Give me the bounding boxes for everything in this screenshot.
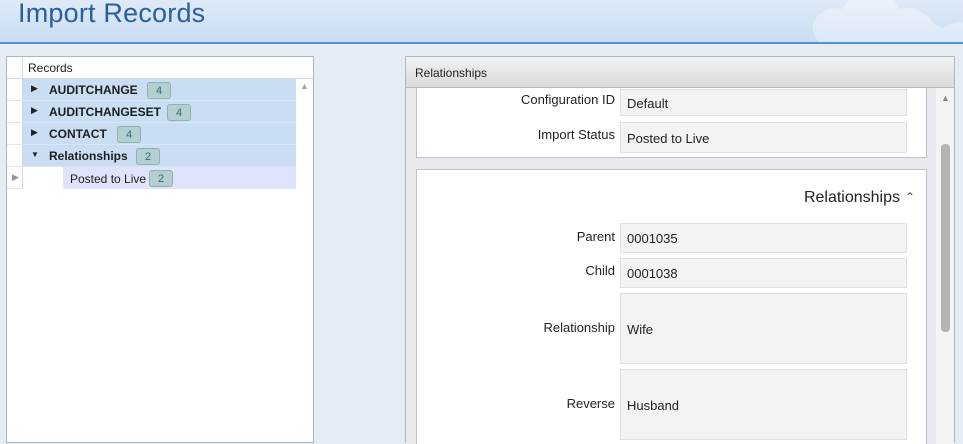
count-badge: 4: [147, 82, 171, 99]
detail-panel-header: Relationships: [406, 57, 954, 88]
page-title: Import Records: [18, 0, 206, 28]
import-status-label: Import Status: [537, 127, 615, 142]
parent-field[interactable]: 0001035: [620, 223, 907, 253]
tree-child-label: Posted to Live: [70, 172, 147, 186]
records-grid: Records ▶ ▶ AUDITCHANGE 4 ▶ AUDITCHANGES…: [6, 56, 314, 443]
summary-box: Configuration ID Default Import Status P…: [416, 88, 927, 158]
row-selector[interactable]: [7, 145, 23, 167]
detail-panel-body: Configuration ID Default Import Status P…: [406, 88, 954, 444]
detail-panel: Relationships Configuration ID Default I…: [405, 56, 955, 444]
records-scrollbar[interactable]: ▲: [296, 79, 313, 442]
scrollbar-thumb[interactable]: [941, 144, 950, 332]
header-row-selector: [7, 57, 23, 79]
count-badge: 4: [167, 104, 191, 121]
tree-row-contact[interactable]: ▶ CONTACT 4: [23, 123, 296, 145]
app-header: Import Records: [0, 0, 963, 44]
scroll-up-icon[interactable]: ▲: [300, 81, 309, 91]
row-selector-current[interactable]: ▶: [7, 167, 23, 189]
parent-label: Parent: [576, 229, 615, 244]
tree-row-label: Relationships: [49, 149, 128, 163]
relationship-field[interactable]: Wife: [620, 293, 907, 364]
tree-row-label: AUDITCHANGESET: [49, 105, 162, 119]
relationships-section-title[interactable]: Relationships: [804, 189, 900, 207]
child-label: Child: [585, 263, 615, 278]
puzzle-watermark-icon: [812, 0, 963, 42]
relationships-section: Relationships ⌃ Parent 0001035 Child 000…: [416, 169, 927, 444]
expand-arrow-icon[interactable]: ▶: [31, 127, 38, 138]
configuration-id-label: Configuration ID: [521, 92, 615, 107]
row-selector[interactable]: [7, 123, 23, 145]
reverse-field[interactable]: Husband: [620, 369, 907, 440]
tree-row-auditchangeset[interactable]: ▶ AUDITCHANGESET 4: [23, 101, 296, 123]
tree-row-label: AUDITCHANGE: [49, 83, 138, 97]
chevron-up-icon[interactable]: ⌃: [905, 190, 915, 204]
expand-arrow-icon[interactable]: ▶: [31, 83, 38, 94]
row-selector[interactable]: [7, 101, 23, 123]
tree-child-posted-to-live[interactable]: Posted to Live 2: [63, 167, 296, 189]
reverse-label: Reverse: [566, 396, 615, 411]
import-status-field[interactable]: Posted to Live: [620, 122, 907, 153]
row-pointer-icon: ▶: [12, 172, 19, 182]
configuration-id-field[interactable]: Default: [620, 89, 907, 116]
detail-scrollbar[interactable]: ▲: [936, 88, 954, 444]
collapse-arrow-icon[interactable]: ▼: [31, 150, 39, 159]
records-column-header[interactable]: Records: [28, 61, 73, 75]
row-selector[interactable]: [7, 79, 23, 101]
grid-header: Records: [7, 57, 313, 79]
tree-row-auditchange[interactable]: ▶ AUDITCHANGE 4: [23, 79, 296, 101]
expand-arrow-icon[interactable]: ▶: [31, 105, 38, 116]
relationship-label: Relationship: [543, 320, 615, 335]
tree-row-relationships[interactable]: ▼ Relationships 2: [23, 145, 296, 167]
scroll-up-icon[interactable]: ▲: [941, 93, 950, 103]
detail-panel-title: Relationships: [415, 66, 488, 80]
count-badge: 4: [117, 126, 141, 143]
count-badge: 2: [136, 148, 160, 165]
child-field[interactable]: 0001038: [620, 258, 907, 288]
tree-row-label: CONTACT: [49, 127, 107, 141]
count-badge: 2: [149, 170, 173, 187]
